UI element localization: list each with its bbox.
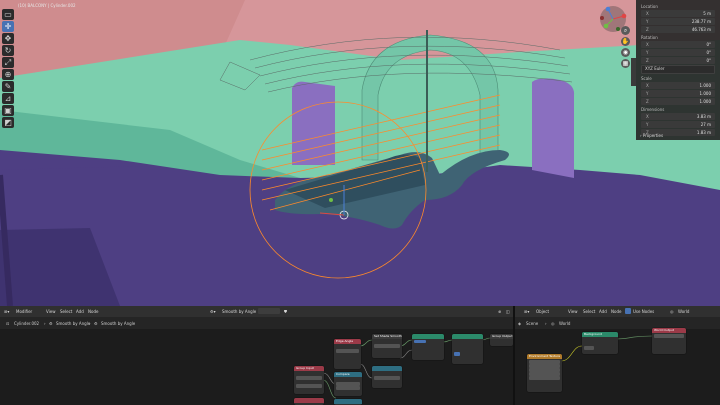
scale-y-field[interactable]: Y 1.000 — [641, 90, 715, 97]
move-icon[interactable]: ✥ — [2, 33, 14, 44]
rotation-y-field[interactable]: Y 0° — [641, 49, 715, 56]
properties-panel-toggle[interactable]: › Properties — [636, 133, 720, 138]
gizmo-y-handle — [329, 198, 333, 202]
cursor-icon[interactable]: ✛ — [2, 21, 14, 32]
dimensions-heading: Dimensions — [641, 107, 665, 112]
node-group-input[interactable]: Group Input — [294, 366, 324, 394]
rotation-heading: Rotation — [641, 35, 658, 40]
node-environment-texture[interactable]: Environment Texture — [527, 354, 562, 392]
camera-icon[interactable]: ◉ — [621, 48, 630, 57]
3d-viewport[interactable]: (10) BALCONY | Cylinder.002 ▭ ✛ ✥ ↻ ⤢ ⊕ … — [0, 0, 720, 306]
rotation-mode-select[interactable]: XYZ Euler — [641, 65, 715, 74]
grid-icon[interactable]: ▦ — [621, 59, 630, 68]
zoom-icon[interactable]: ⌕ — [621, 26, 630, 35]
modifier-icon[interactable]: ◩ — [2, 117, 14, 128]
scene-render[interactable] — [0, 0, 720, 306]
hand-icon[interactable]: ✋ — [621, 37, 630, 46]
measure-icon[interactable]: ⊿ — [2, 93, 14, 104]
node-frame[interactable] — [294, 398, 324, 405]
location-x-field[interactable]: X5 m — [641, 10, 715, 17]
tool-shelf: ▭ ✛ ✥ ↻ ⤢ ⊕ ✎ ⊿ ▣ ◩ — [1, 8, 15, 129]
transform-icon[interactable]: ⊕ — [2, 69, 14, 80]
location-heading: Location — [641, 4, 658, 9]
node-group-output[interactable]: Group Output — [490, 334, 513, 346]
dimensions-y-field[interactable]: Y 27 m — [641, 121, 715, 128]
location-y-field[interactable]: Y 238.77 m — [641, 18, 715, 25]
n-panel-transform: Location X5 m Y 238.77 m Z 46.763 m Rotati… — [636, 0, 720, 140]
properties-label: Properties — [642, 133, 664, 138]
rotate-icon[interactable]: ↻ — [2, 45, 14, 56]
pillar-right — [532, 78, 575, 178]
node-boolean-math[interactable] — [372, 366, 402, 388]
node-background[interactable]: Background — [582, 332, 618, 354]
rotation-z-field[interactable]: Z 0° — [641, 57, 715, 64]
node-shade-smooth-3[interactable] — [452, 334, 483, 364]
node-editor-area[interactable]: ⊞▾ Modifier View Select Add Node ⚙▾ Smoo… — [0, 306, 720, 405]
rotation-x-field[interactable]: X 0° — [641, 41, 715, 48]
object-info: (10) BALCONY | Cylinder.002 — [18, 3, 76, 8]
pillar-left — [292, 81, 335, 165]
node-edge-angle[interactable]: Edge Angle — [334, 339, 361, 369]
dimensions-x-field[interactable]: X 3.83 m — [641, 113, 715, 120]
node-math[interactable] — [334, 399, 362, 405]
add-cube-icon[interactable]: ▣ — [2, 105, 14, 116]
select-box-icon[interactable]: ▭ — [2, 9, 14, 20]
location-z-field[interactable]: Z 46.763 m — [641, 26, 715, 33]
node-shade-smooth-2[interactable] — [412, 334, 444, 360]
node-compare[interactable]: Compare — [334, 372, 362, 396]
scale-x-field[interactable]: X 1.000 — [641, 82, 715, 89]
area-divider[interactable] — [513, 306, 515, 405]
scale-icon[interactable]: ⤢ — [2, 57, 14, 68]
node-world-output[interactable]: World Output — [652, 328, 686, 354]
scale-heading: Scale — [641, 76, 652, 81]
annotate-icon[interactable]: ✎ — [2, 81, 14, 92]
node-set-shade-smooth[interactable]: Set Shade Smooth — [372, 334, 402, 358]
scale-z-field[interactable]: Z 1.000 — [641, 98, 715, 105]
